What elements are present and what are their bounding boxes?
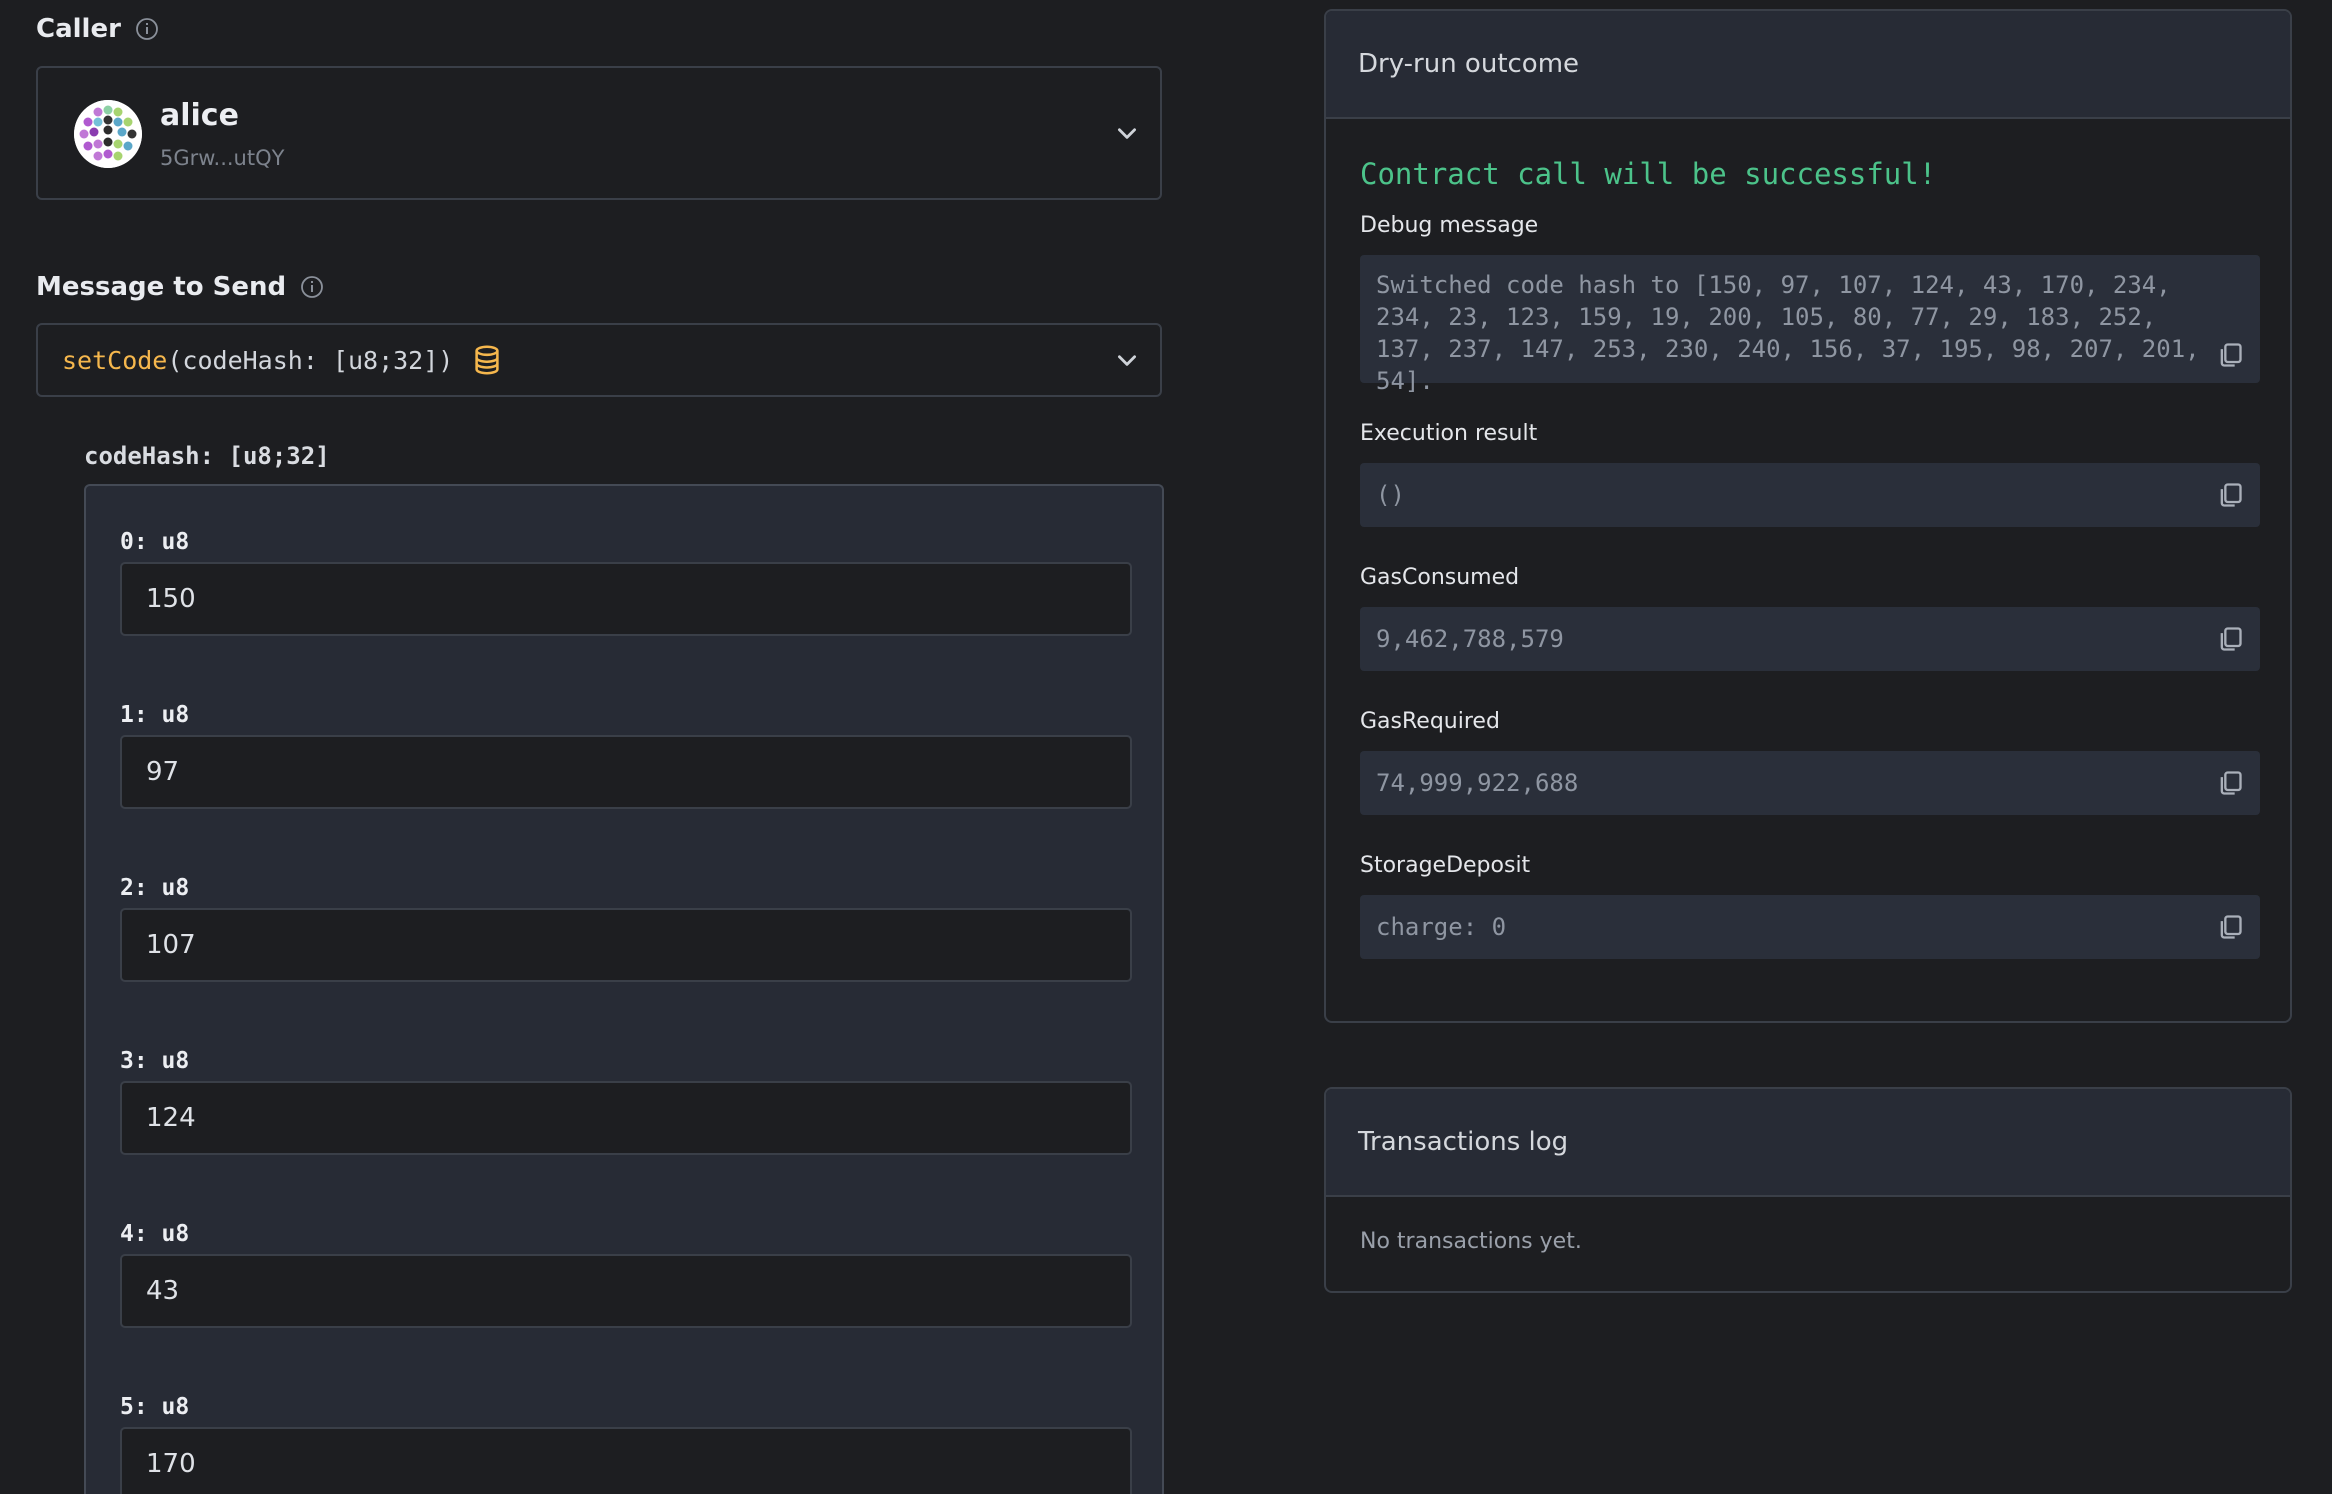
chevron-down-icon[interactable] [1114,120,1140,146]
message-function-name: setCode [62,345,168,375]
message-label: Message to Send [36,272,287,302]
array-field-input[interactable]: 124 [120,1081,1132,1155]
storage-deposit-box: charge: 0 [1360,895,2260,959]
parameter-array-panel: 0: u8 150 1: u8 97 2: u8 107 3: u8 124 4… [84,484,1164,1494]
array-field-label: 2: u8 [120,875,190,901]
storage-deposit-value: charge: 0 [1376,913,1507,941]
array-field: 5: u8 170 [120,1387,1132,1494]
array-field-input[interactable]: 107 [120,908,1132,982]
identicon-avatar [74,100,142,168]
dry-run-card: Dry-run outcome Contract call will be su… [1324,9,2292,1023]
caller-label: Caller [36,14,121,44]
copy-icon[interactable] [2216,769,2244,797]
info-icon[interactable] [135,17,159,41]
gas-consumed-value: 9,462,788,579 [1376,625,1564,653]
array-field-input[interactable]: 97 [120,735,1132,809]
debug-message-label: Debug message [1360,213,1539,238]
array-field-input[interactable]: 43 [120,1254,1132,1328]
dry-run-title: Dry-run outcome [1326,11,2290,119]
array-field: 3: u8 124 [120,1041,1132,1155]
transactions-log-card: Transactions log No transactions yet. [1324,1087,2292,1293]
copy-icon[interactable] [2216,913,2244,941]
message-function-args: (codeHash: [u8;32]) [167,345,454,375]
gas-consumed-box: 9,462,788,579 [1360,607,2260,671]
array-field-label: 5: u8 [120,1394,190,1420]
array-field-label: 0: u8 [120,529,190,555]
message-select[interactable]: setCode (codeHash: [u8;32]) [36,323,1162,397]
parameter-label: codeHash: [u8;32] [84,442,330,470]
array-field-label: 4: u8 [120,1221,190,1247]
copy-icon[interactable] [2216,481,2244,509]
copy-icon[interactable] [2216,625,2244,653]
gas-consumed-label: GasConsumed [1360,565,1520,590]
transactions-log-empty: No transactions yet. [1360,1229,1582,1254]
caller-account-address: 5Grw...utQY [160,146,285,170]
message-label-row: Message to Send [36,272,324,302]
array-field: 0: u8 150 [120,522,1132,636]
array-field: 4: u8 43 [120,1214,1132,1328]
storage-deposit-label: StorageDeposit [1360,853,1531,878]
array-field: 2: u8 107 [120,868,1132,982]
gas-required-value: 74,999,922,688 [1376,769,1579,797]
execution-result-box: () [1360,463,2260,527]
transactions-log-title: Transactions log [1326,1089,2290,1197]
dry-run-status: Contract call will be successful! [1360,157,1937,191]
caller-label-row: Caller [36,14,159,44]
array-field-input[interactable]: 170 [120,1427,1132,1494]
execution-result-label: Execution result [1360,421,1538,446]
debug-message-box: Switched code hash to [150, 97, 107, 124… [1360,255,2260,395]
caller-account-name: alice [160,98,239,133]
caller-select[interactable]: alice 5Grw...utQY [36,66,1162,200]
array-field-input[interactable]: 150 [120,562,1132,636]
info-icon[interactable] [300,275,324,299]
array-field-label: 1: u8 [120,702,190,728]
debug-message-value: Switched code hash to [150, 97, 107, 124… [1376,271,2200,395]
array-field-label: 3: u8 [120,1048,190,1074]
gas-required-label: GasRequired [1360,709,1500,734]
chevron-down-icon[interactable] [1114,347,1140,373]
execution-result-value: () [1376,481,1405,509]
copy-icon[interactable] [2216,341,2244,369]
database-icon [475,345,499,375]
gas-required-box: 74,999,922,688 [1360,751,2260,815]
array-field: 1: u8 97 [120,695,1132,809]
